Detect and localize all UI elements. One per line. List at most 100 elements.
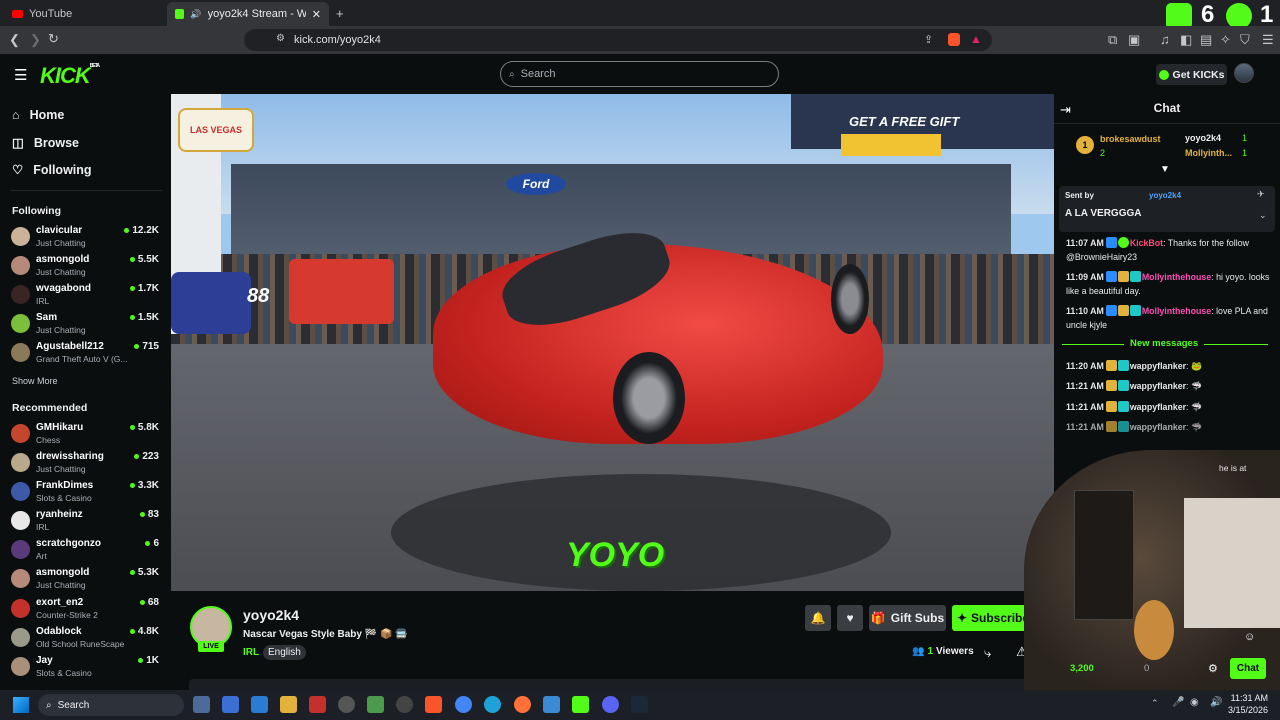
streamer-name[interactable]: yoyo2k4 xyxy=(243,607,299,623)
channel-points[interactable]: 3,200 xyxy=(1070,663,1094,674)
category-link[interactable]: IRL xyxy=(243,647,259,658)
close-tab-icon[interactable]: ✕ xyxy=(312,8,321,21)
channel-item-drewissharing[interactable]: drewissharing Just Chatting 223 xyxy=(11,451,161,479)
app-icon[interactable] xyxy=(222,696,239,713)
sidebar-toggle-icon[interactable]: ◧ xyxy=(1180,32,1192,48)
app-icon[interactable] xyxy=(338,696,355,713)
channel-item-scratchgonzo[interactable]: scratchgonzo Art 6 xyxy=(11,538,161,566)
channel-item-clavicular[interactable]: clavicular Just Chatting 12.2K xyxy=(11,225,161,253)
brave-browser-icon[interactable] xyxy=(425,696,442,713)
subscribe-button[interactable]: ✦ Subscribe xyxy=(952,605,1034,631)
show-more-link[interactable]: Show More xyxy=(12,376,58,386)
chat-settings-icon[interactable]: ⚙ xyxy=(1208,662,1218,675)
channel-item-ryanheinz[interactable]: ryanheinz IRL 83 xyxy=(11,509,161,537)
brave-rewards-icon[interactable]: ▲ xyxy=(970,32,982,46)
windows-start-icon[interactable] xyxy=(13,697,29,713)
top-gifter-name[interactable]: brokesawdust xyxy=(1100,134,1161,144)
gifter-name[interactable]: yoyo2k4 xyxy=(1185,133,1221,143)
steam-icon[interactable] xyxy=(631,696,648,713)
follow-button[interactable]: ♥ xyxy=(837,605,863,631)
chevron-down-icon[interactable]: ⌄ xyxy=(1259,210,1267,221)
message-user[interactable]: wappyflanker xyxy=(1130,422,1186,432)
app-icon[interactable] xyxy=(367,696,384,713)
search-input[interactable]: ⌕ Search xyxy=(500,61,779,87)
site-info-icon[interactable]: ⚙ xyxy=(276,33,285,44)
app-icon[interactable] xyxy=(396,696,413,713)
brave-shield-icon[interactable] xyxy=(948,33,960,46)
edge-icon[interactable] xyxy=(484,696,501,713)
send-chat-button[interactable]: Chat xyxy=(1230,658,1266,679)
share-icon[interactable]: ⇪ xyxy=(924,33,933,46)
pinned-message[interactable]: Sent by yoyo2k4 ✈ A LA VERGGGA ⌄ xyxy=(1059,186,1275,232)
tab-youtube[interactable]: YouTube xyxy=(4,2,164,26)
browser-toolbar: ❮ ❯ ↻ ☐ ⚙ kick.com/yoyo2k4 ⇪ ▲ ⧉ ▣ ♫ ◧ ▤… xyxy=(0,26,1280,54)
channel-item-frankdimes[interactable]: FrankDimes Slots & Casino 3.3K xyxy=(11,480,161,508)
wallet-icon[interactable]: ▤ xyxy=(1200,32,1212,48)
tab-kick-stream[interactable]: 🔊 yoyo2k4 Stream - Watch Live ✕ xyxy=(167,2,329,26)
nav-home[interactable]: ⌂ Home xyxy=(12,108,64,122)
channel-item-asmongold-2[interactable]: asmongold Just Chatting 5.3K xyxy=(11,567,161,595)
menu-icon[interactable]: ☰ xyxy=(1262,32,1274,48)
file-explorer-icon[interactable] xyxy=(280,696,297,713)
channel-item-wvagabond[interactable]: wvagabond IRL 1.7K xyxy=(11,283,161,311)
kick-logo[interactable]: KICKBETA xyxy=(40,63,100,89)
app-icon[interactable] xyxy=(251,696,268,713)
url-text: kick.com/yoyo2k4 xyxy=(294,34,381,46)
new-tab-icon[interactable]: + xyxy=(336,6,344,21)
app-icon[interactable] xyxy=(309,696,326,713)
hamburger-menu-icon[interactable]: ☰ xyxy=(14,66,27,84)
clock-time[interactable]: 11:31 AM xyxy=(1228,693,1268,703)
firefox-icon[interactable] xyxy=(514,696,531,713)
message-user[interactable]: wappyflanker xyxy=(1130,402,1186,412)
message-user[interactable]: Mollyinthehouse xyxy=(1142,272,1211,282)
channel-item-exort-en2[interactable]: exort_en2 Counter-Strike 2 68 xyxy=(11,597,161,625)
network-icon[interactable]: ◉ xyxy=(1190,697,1199,708)
gifter-name[interactable]: Mollyinth... xyxy=(1185,148,1232,158)
leo-ai-icon[interactable]: ✧ xyxy=(1220,32,1231,48)
message-user[interactable]: Mollyinthehouse xyxy=(1142,306,1211,316)
message-user[interactable]: wappyflanker xyxy=(1130,381,1186,391)
nav-browse[interactable]: ◫ Browse xyxy=(12,135,79,151)
notification-bell-button[interactable]: 🔔 xyxy=(805,605,831,631)
reload-icon[interactable]: ↻ xyxy=(48,31,59,47)
message-user[interactable]: wappyflanker xyxy=(1130,361,1186,371)
channel-item-jay[interactable]: Jay Slots & Casino 1K xyxy=(11,655,161,683)
emote-picker-icon[interactable]: ☺ xyxy=(1244,631,1255,643)
channel-item-agustabell212[interactable]: Agustabell212 Grand Theft Auto V (G... 715 xyxy=(11,341,161,369)
forward-icon[interactable]: ❯ xyxy=(30,32,41,48)
tray-chevron-icon[interactable]: ⌃ xyxy=(1151,698,1159,709)
viewer-count-value: 1.5K xyxy=(137,312,159,323)
chrome-icon[interactable] xyxy=(455,696,472,713)
nav-following[interactable]: ♡ Following xyxy=(12,162,92,178)
gift-subs-button[interactable]: 🎁 Gift Subs xyxy=(869,605,946,631)
yoyo-watermark: YOYO xyxy=(566,536,665,574)
channel-item-gmhikaru[interactable]: GMHikaru Chess 5.8K xyxy=(11,422,161,450)
back-icon[interactable]: ❮ xyxy=(9,32,20,48)
user-avatar[interactable] xyxy=(1234,63,1254,83)
vpn-icon[interactable]: ⛉ xyxy=(1240,32,1250,48)
volume-icon[interactable]: 🔊 xyxy=(1210,697,1222,708)
url-bar[interactable]: ⚙ kick.com/yoyo2k4 ⇪ ▲ xyxy=(244,29,992,51)
microphone-icon[interactable]: 🎤 xyxy=(1172,697,1184,708)
channel-item-sam[interactable]: Sam Just Chatting 1.5K xyxy=(11,312,161,340)
get-kicks-button[interactable]: Get KICKs xyxy=(1156,64,1227,85)
extensions-icon[interactable]: ⧉ xyxy=(1108,32,1117,48)
video-player[interactable]: GET A FREE GIFT Ford 88 LAS VEGAS YOYO xyxy=(171,94,1054,591)
discord-icon[interactable] xyxy=(602,696,619,713)
screenshot-icon[interactable]: ▣ xyxy=(1128,32,1140,48)
language-tag[interactable]: English xyxy=(263,645,306,660)
unpin-icon[interactable]: ✈ xyxy=(1257,189,1265,200)
app-icon[interactable] xyxy=(543,696,560,713)
message-user[interactable]: KickBot xyxy=(1130,238,1163,248)
channel-item-asmongold[interactable]: asmongold Just Chatting 5.5K xyxy=(11,254,161,282)
media-icon[interactable]: ♫ xyxy=(1160,32,1170,47)
taskbar-search[interactable]: ⌕ Search xyxy=(38,694,184,716)
expand-leaderboard-icon[interactable]: ▼ xyxy=(1160,164,1170,175)
share-icon[interactable]: ⤷ xyxy=(984,645,991,661)
clock-date[interactable]: 3/15/2026 xyxy=(1222,705,1268,715)
overlay-count-right: 1 xyxy=(1260,1,1274,28)
kick-app-icon[interactable] xyxy=(572,696,589,713)
channel-item-odablock[interactable]: Odablock Old School RuneScape 4.8K xyxy=(11,626,161,654)
task-view-icon[interactable] xyxy=(193,696,210,713)
viewer-count: 715 xyxy=(134,341,159,352)
